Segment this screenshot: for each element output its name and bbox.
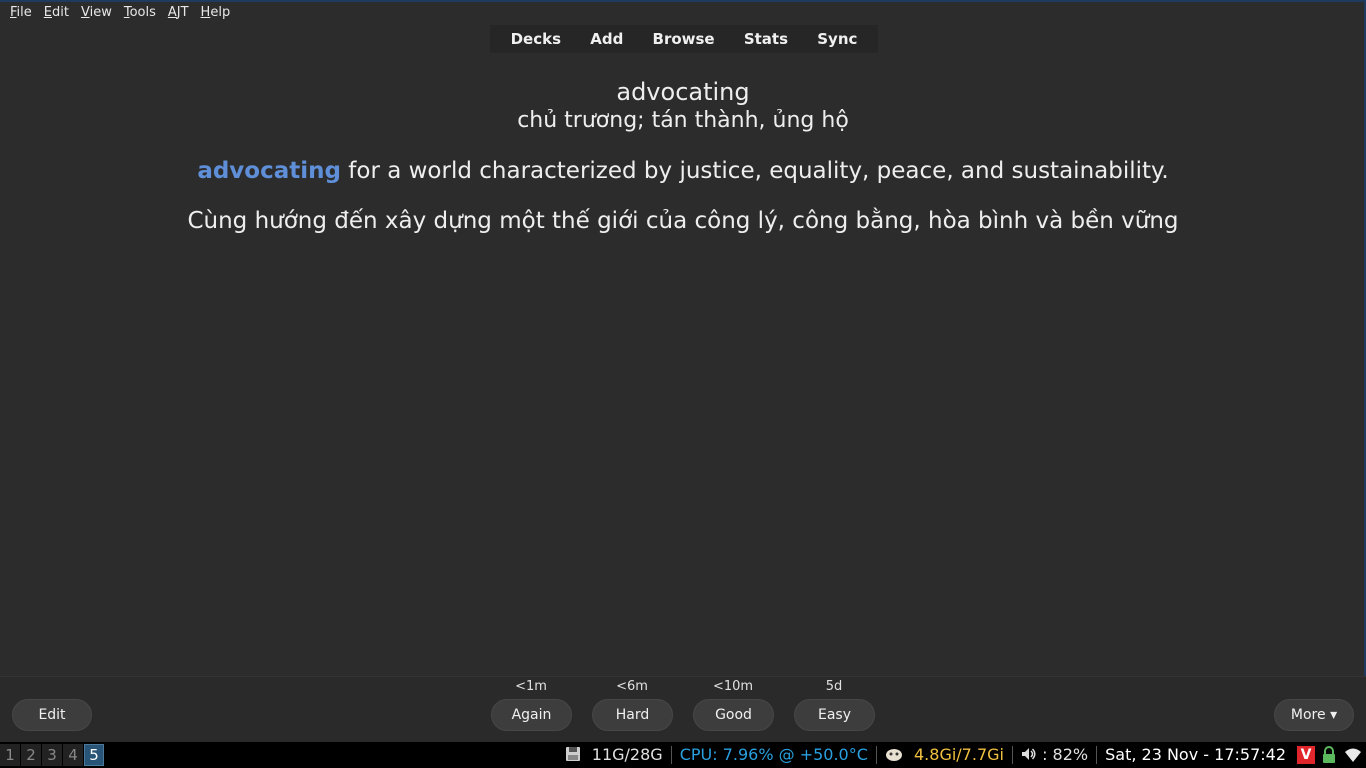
again-interval: <1m xyxy=(515,679,547,694)
clock: Sat, 23 Nov - 17:57:42 xyxy=(1105,745,1286,764)
ram-icon xyxy=(885,745,914,764)
workspace-2[interactable]: 2 xyxy=(21,744,41,766)
memory-status: 4.8Gi/7.7Gi xyxy=(877,746,1013,764)
sync-link[interactable]: Sync xyxy=(811,30,863,48)
workspace-3[interactable]: 3 xyxy=(42,744,62,766)
example-highlight: advocating xyxy=(197,158,341,184)
anki-window: File Edit View Tools AJT Help Decks Add … xyxy=(0,0,1366,744)
again-button[interactable]: Again xyxy=(491,699,572,731)
menu-ajt[interactable]: AJT xyxy=(162,3,195,23)
menu-tools[interactable]: Tools xyxy=(118,3,162,23)
card-translation: Cùng hướng đến xây dựng một thế giới của… xyxy=(187,208,1179,234)
good-button[interactable]: Good xyxy=(693,699,774,731)
menu-file[interactable]: File xyxy=(4,3,38,23)
card-meaning: chủ trương; tán thành, ủng hộ xyxy=(517,108,849,133)
workspace-1[interactable]: 1 xyxy=(0,744,20,766)
speaker-icon xyxy=(1021,745,1042,764)
top-toolbar: Decks Add Browse Stats Sync xyxy=(490,25,878,53)
hard-button[interactable]: Hard xyxy=(592,699,673,731)
wifi-icon[interactable] xyxy=(1344,747,1362,763)
easy-interval: 5d xyxy=(825,679,843,694)
hard-interval: <6m xyxy=(616,679,648,694)
floppy-icon xyxy=(565,745,592,764)
review-bar: Edit <1m Again <6m Hard <10m Good 5d Eas… xyxy=(0,676,1366,744)
status-bar: 11G/28G CPU: 7.96% @ +50.0°C 4.8Gi/7.7Gi… xyxy=(557,742,1366,768)
vivaldi-icon[interactable]: V xyxy=(1297,746,1315,764)
card-example: advocating for a world characterized by … xyxy=(0,158,1366,184)
add-link[interactable]: Add xyxy=(584,30,629,48)
example-text: for a world characterized by justice, eq… xyxy=(340,158,1169,184)
cpu-status: CPU: 7.96% @ +50.0°C xyxy=(672,746,877,764)
disk-status: 11G/28G xyxy=(557,746,672,764)
menu-help[interactable]: Help xyxy=(195,3,237,23)
stats-link[interactable]: Stats xyxy=(738,30,794,48)
workspace-4[interactable]: 4 xyxy=(63,744,83,766)
lock-icon[interactable] xyxy=(1321,746,1337,764)
edit-button[interactable]: Edit xyxy=(12,699,92,731)
easy-button[interactable]: Easy xyxy=(794,699,875,731)
system-taskbar: 1 2 3 4 5 11G/28G CPU: 7.96% @ +50.0°C 4… xyxy=(0,742,1366,768)
menu-bar: File Edit View Tools AJT Help xyxy=(0,2,1364,24)
more-button[interactable]: More ▾ xyxy=(1274,699,1354,731)
browse-link[interactable]: Browse xyxy=(647,30,721,48)
decks-link[interactable]: Decks xyxy=(505,30,567,48)
menu-view[interactable]: View xyxy=(75,3,118,23)
menu-edit[interactable]: Edit xyxy=(38,3,75,23)
card-word: advocating xyxy=(616,78,750,106)
workspace-5[interactable]: 5 xyxy=(84,744,104,766)
good-interval: <10m xyxy=(712,679,754,694)
volume-status: : 82% xyxy=(1013,745,1098,764)
